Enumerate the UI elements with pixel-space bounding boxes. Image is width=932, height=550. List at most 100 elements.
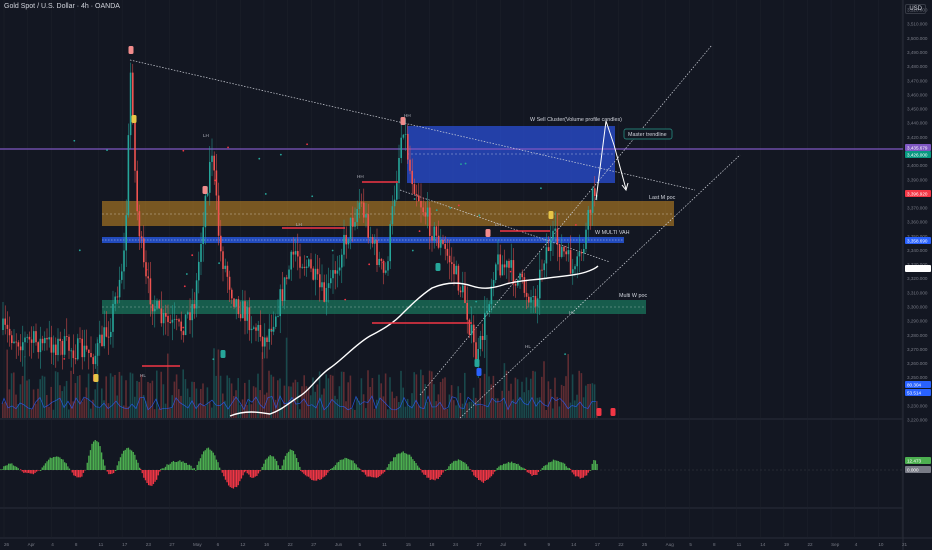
volume-bar bbox=[483, 373, 486, 418]
signal-dot bbox=[478, 214, 481, 217]
candle-body bbox=[468, 319, 471, 335]
oscillator-bar bbox=[29, 470, 31, 474]
volume-bar bbox=[578, 370, 580, 418]
signal-dot bbox=[270, 329, 273, 332]
oscillator-bar bbox=[34, 470, 36, 473]
volume-bar bbox=[558, 406, 561, 418]
candle-body bbox=[162, 313, 165, 324]
volume-bar bbox=[222, 393, 224, 418]
currency-button[interactable]: USD bbox=[905, 4, 926, 14]
oscillator-bar bbox=[533, 470, 535, 475]
oscillator-bar bbox=[104, 465, 106, 470]
time-tick-label: 5 bbox=[689, 542, 692, 547]
oscillator-bar bbox=[479, 470, 481, 481]
oscillator-bar bbox=[82, 470, 85, 473]
candle-body bbox=[536, 298, 539, 307]
oscillator-bar bbox=[179, 460, 181, 470]
candle-body bbox=[400, 137, 402, 158]
oscillator-bar bbox=[486, 470, 488, 480]
oscillator-bar bbox=[498, 466, 500, 470]
price-tick-label: 3,490.000 bbox=[907, 50, 928, 55]
price-tick-label: 3,310.000 bbox=[907, 290, 928, 295]
candle-body bbox=[358, 202, 361, 209]
oscillator-bar bbox=[43, 465, 45, 470]
signal-dot bbox=[73, 139, 76, 142]
oscillator-bar bbox=[212, 452, 214, 470]
volume-bar bbox=[442, 378, 444, 418]
candle-body bbox=[151, 304, 154, 312]
candle-body bbox=[431, 235, 433, 241]
oscillator-bar bbox=[32, 470, 35, 475]
candle-body bbox=[365, 214, 367, 218]
w-sell-cluster-zone[interactable] bbox=[407, 126, 615, 183]
oscillator-bar bbox=[314, 470, 316, 481]
volume-bar bbox=[433, 384, 435, 418]
candle-body bbox=[55, 344, 57, 356]
master-trendline[interactable] bbox=[459, 154, 741, 419]
candle-body bbox=[338, 267, 341, 271]
volume-bar bbox=[510, 383, 512, 418]
signal-marker bbox=[476, 368, 482, 376]
price-chart[interactable]: 3,520.0003,510.0003,500.0003,490.0003,48… bbox=[0, 0, 932, 550]
volume-bar bbox=[204, 405, 206, 418]
oscillator-bar bbox=[426, 470, 428, 478]
candle-body bbox=[393, 199, 396, 207]
candle-body bbox=[512, 260, 515, 284]
oscillator-bar bbox=[81, 470, 83, 477]
volume-bar bbox=[147, 381, 149, 418]
volume-bar bbox=[76, 376, 79, 418]
candle-body bbox=[422, 207, 424, 213]
volume-bar bbox=[193, 381, 195, 418]
volume-bar bbox=[554, 377, 556, 418]
oscillator-bar bbox=[99, 446, 101, 470]
candle-body bbox=[433, 226, 435, 241]
candle-body bbox=[277, 316, 279, 317]
candle-body bbox=[367, 214, 369, 238]
oscillator-bar bbox=[236, 470, 238, 488]
volume-bar bbox=[63, 386, 66, 418]
master-trendline-callout[interactable]: Master trendline bbox=[623, 128, 673, 140]
oscillator-bar bbox=[412, 459, 414, 470]
volume-bar bbox=[501, 390, 503, 418]
oscillator-bar bbox=[361, 470, 363, 472]
symbol-title[interactable]: Gold Spot / U.S. Dollar · 4h · OANDA bbox=[4, 3, 120, 10]
oscillator-bar bbox=[357, 467, 359, 470]
candle-body bbox=[283, 277, 286, 301]
candle-body bbox=[334, 270, 336, 274]
oscillator-bar bbox=[65, 463, 67, 470]
volume-bar bbox=[387, 409, 389, 418]
oscillator-bar bbox=[17, 468, 19, 470]
oscillator-bar bbox=[149, 470, 151, 486]
oscillator-bar bbox=[164, 466, 167, 470]
candle-body bbox=[57, 338, 59, 356]
volume-bar bbox=[158, 408, 160, 418]
tradingview-chart-window[interactable]: 3,520.000 3,510.000 3,500.000 3,490.000 3,48… bbox=[0, 0, 932, 550]
volume-bar bbox=[186, 388, 189, 418]
candle-body bbox=[589, 209, 592, 213]
candle-body bbox=[479, 335, 482, 349]
time-tick-label: 11 bbox=[99, 542, 104, 547]
volume-bar bbox=[178, 389, 180, 418]
oscillator-bar bbox=[180, 461, 183, 470]
oscillator-bar bbox=[280, 469, 282, 470]
volume-bar bbox=[191, 381, 193, 418]
oscillator-bar bbox=[325, 470, 327, 476]
oscillator-bar bbox=[520, 467, 522, 470]
volume-bar bbox=[85, 387, 88, 418]
candle-body bbox=[17, 342, 20, 347]
oscillator-bar bbox=[478, 470, 480, 480]
time-tick-label: Jul bbox=[500, 542, 506, 547]
volume-bar bbox=[32, 389, 35, 418]
oscillator-bar bbox=[193, 468, 195, 470]
candle-body bbox=[13, 341, 15, 344]
candle-body bbox=[239, 314, 242, 319]
candle-body bbox=[290, 251, 292, 270]
volume-bar bbox=[90, 408, 92, 418]
candle-body bbox=[594, 188, 596, 196]
oscillator-bar bbox=[363, 470, 365, 473]
volume-bar bbox=[406, 398, 409, 418]
volume-bar bbox=[2, 403, 4, 418]
time-tick-label: 12 bbox=[240, 542, 246, 547]
oscillator-bar bbox=[249, 470, 252, 478]
candle-body bbox=[440, 240, 442, 248]
